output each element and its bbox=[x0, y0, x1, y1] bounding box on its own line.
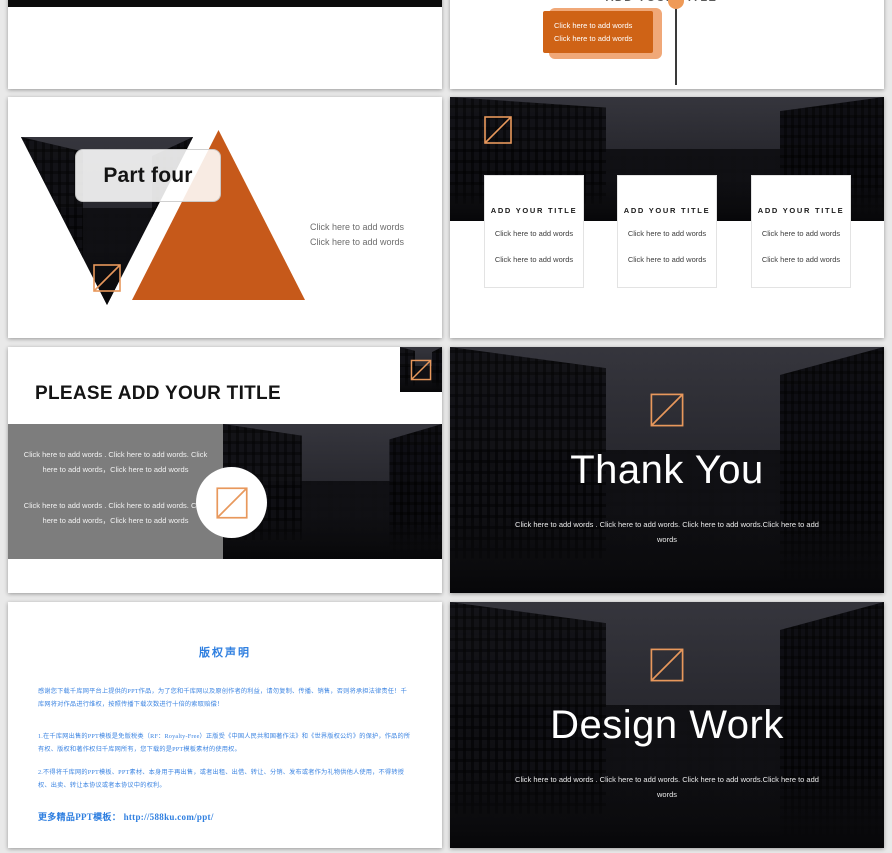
slide-thumbnail-filmstrip[interactable] bbox=[8, 0, 442, 89]
hero-title: Design Work bbox=[550, 703, 784, 748]
diagonal-square-icon bbox=[93, 264, 121, 292]
corner-logo-tile bbox=[400, 347, 442, 392]
content-band: Click here to add words . Click here to … bbox=[8, 424, 442, 559]
timeline-card-line: Click here to add words bbox=[554, 21, 633, 30]
info-card-title: ADD YOUR TITLE bbox=[757, 206, 845, 215]
copyright-title: 版权声明 bbox=[199, 647, 251, 659]
filmstrip-sprocket-row bbox=[8, 0, 442, 7]
info-card[interactable]: ADD YOUR TITLE Click here to add words C… bbox=[751, 175, 851, 288]
circle-logo-badge bbox=[196, 467, 267, 538]
info-card-line: Click here to add words bbox=[494, 254, 574, 264]
copyright-paragraph: 感谢您下载千库网平台上提供的PPT作品，为了您和千库网以及原创作者的利益，请勿复… bbox=[38, 688, 407, 708]
copyright-paragraph: 1.在千库网出售的PPT模板是免版税类（RF：Royalty-Free）正版受《… bbox=[38, 733, 411, 754]
slide-heading: PLEASE ADD YOUR TITLE bbox=[35, 383, 281, 404]
slide-thumbnail-grid: ADD YOUR TITLE Click here to add words C… bbox=[0, 0, 892, 853]
part-four-body-line: Click here to add words bbox=[310, 236, 405, 247]
hero-subtitle: Click here to add words . Click here to … bbox=[515, 520, 819, 544]
slide-thumbnail-thank-you[interactable]: Thank You Click here to add words . Clic… bbox=[450, 347, 884, 593]
copyright-paragraph: 2.不得将千库网的PPT模板、PPT素材、本身用于再出售，或者出租、出借、转让、… bbox=[38, 768, 405, 789]
diagonal-square-icon bbox=[650, 648, 684, 682]
more-templates-label: 更多精品PPT模板： bbox=[38, 812, 121, 823]
timeline-card[interactable]: Click here to add words Click here to ad… bbox=[543, 8, 662, 60]
part-four-badge-label: Part four bbox=[103, 163, 193, 187]
part-four-body: Click here to add words Click here to ad… bbox=[310, 220, 404, 250]
info-card-line: Click here to add words bbox=[627, 229, 707, 238]
info-card-line: Click here to add words bbox=[761, 254, 841, 264]
timeline-card-body: Click here to add words Click here to ad… bbox=[543, 11, 653, 54]
info-card[interactable]: ADD YOUR TITLE Click here to add words C… bbox=[484, 175, 584, 288]
info-card-title: ADD YOUR TITLE bbox=[490, 206, 578, 215]
panel-paragraph: Click here to add words . Click here to … bbox=[23, 501, 208, 525]
panel-paragraph: Click here to add words . Click here to … bbox=[23, 450, 208, 474]
timeline-title: ADD YOUR TITLE bbox=[606, 0, 718, 4]
hero-subtitle: Click here to add words . Click here to … bbox=[515, 775, 819, 799]
gray-text-panel bbox=[8, 424, 223, 559]
slide-thumbnail-part-four[interactable]: Part four Click here to add words Click … bbox=[8, 97, 442, 338]
diagonal-square-icon bbox=[484, 116, 512, 144]
slide-thumbnail-copyright[interactable]: 版权声明 感谢您下载千库网平台上提供的PPT作品，为了您和千库网以及原创作者的利… bbox=[8, 602, 442, 848]
diagonal-square-icon bbox=[215, 486, 248, 519]
info-card-line: Click here to add words bbox=[494, 229, 574, 238]
hero-title: Thank You bbox=[570, 448, 764, 493]
slide-thumbnail-design-work[interactable]: Design Work Click here to add words . Cl… bbox=[450, 602, 884, 848]
diagonal-square-icon bbox=[410, 359, 432, 380]
slide-thumbnail-timeline[interactable]: ADD YOUR TITLE Click here to add words C… bbox=[450, 0, 884, 89]
more-templates-url[interactable]: http://588ku.com/ppt/ bbox=[124, 812, 214, 822]
part-four-badge: Part four bbox=[75, 149, 221, 202]
info-card-line: Click here to add words bbox=[761, 229, 841, 238]
info-card-title: ADD YOUR TITLE bbox=[623, 206, 711, 215]
more-templates-line: 更多精品PPT模板： http://588ku.com/ppt/ bbox=[38, 810, 412, 823]
info-card[interactable]: ADD YOUR TITLE Click here to add words C… bbox=[617, 175, 717, 288]
part-four-body-line: Click here to add words bbox=[310, 222, 405, 232]
info-card-line: Click here to add words bbox=[627, 254, 707, 264]
slide-thumbnail-please-add-title[interactable]: PLEASE ADD YOUR TITLE Click here to add … bbox=[8, 347, 442, 593]
timeline-card-line: Click here to add words bbox=[554, 34, 633, 44]
timeline-node-dot bbox=[668, 0, 684, 9]
slide-thumbnail-three-cards[interactable]: ADD YOUR TITLE Click here to add words C… bbox=[450, 97, 884, 338]
timeline-axis bbox=[675, 0, 677, 85]
diagonal-square-icon bbox=[650, 393, 684, 427]
